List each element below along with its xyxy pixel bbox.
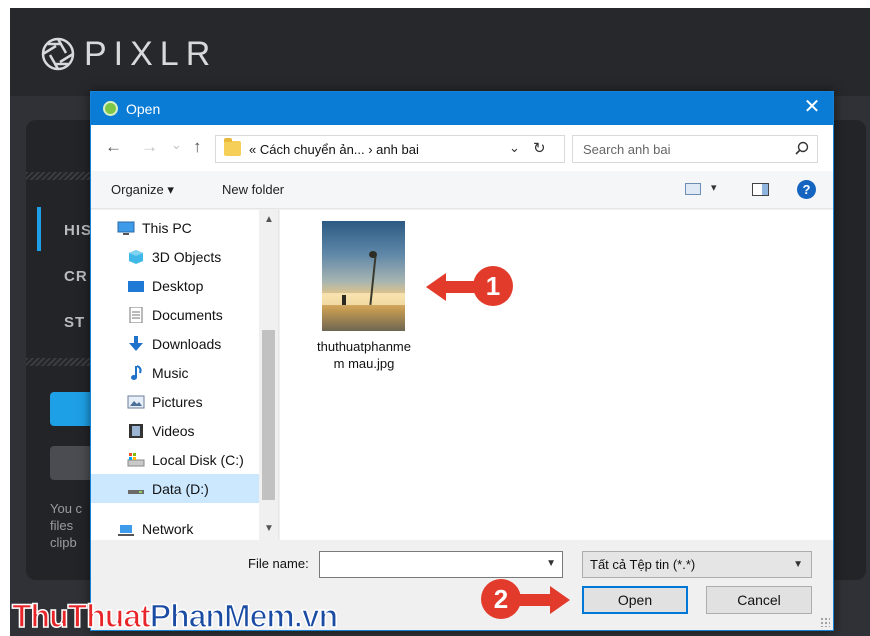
watermark-part: Phan <box>149 597 226 635</box>
scroll-up-icon[interactable]: ▲ <box>264 214 274 225</box>
sidebar-item-3d-objects[interactable]: 3D Objects <box>91 242 259 271</box>
sidebar-item-label: Desktop <box>152 277 204 294</box>
forward-arrow-icon[interactable]: → <box>141 138 158 156</box>
refresh-icon[interactable]: ↻ <box>533 139 546 157</box>
watermark-part: Thu <box>11 597 69 635</box>
sidebar-item-pictures[interactable]: Pictures <box>91 387 259 416</box>
dialog-title: Open <box>126 101 161 117</box>
folder-icon <box>224 138 241 156</box>
dialog-titlebar[interactable]: Open ✕ <box>91 92 833 125</box>
pixlr-tab-stock[interactable]: ST <box>64 314 85 331</box>
help-icon[interactable]: ? <box>797 180 816 199</box>
search-icon <box>795 141 809 155</box>
up-folder-icon[interactable]: ↑ <box>193 138 202 156</box>
sidebar-item-local-disk[interactable]: Local Disk (C:) <box>91 445 259 474</box>
view-options-caret-icon[interactable]: ▾ <box>711 181 717 194</box>
pixlr-info-text: You c files clipb <box>50 501 83 550</box>
pixlr-divider <box>26 358 90 366</box>
pictures-icon <box>127 395 145 408</box>
thumbnail-horizon <box>322 293 405 305</box>
file-name-label[interactable]: thuthuatphanme m mau.jpg <box>304 338 424 372</box>
file-type-value: Tất cả Tệp tin (*.*) <box>590 557 696 572</box>
annotation-arrow-2 <box>516 586 570 614</box>
documents-icon <box>129 306 143 323</box>
open-file-dialog: Open ✕ ← → ⌄ ↑ « Cách chuyển ản... › anh… <box>90 91 834 631</box>
sidebar-item-this-pc[interactable]: This PC <box>91 213 259 242</box>
drive-icon <box>128 489 144 494</box>
pixlr-tab-history[interactable]: HIS <box>64 222 92 239</box>
pixlr-logo-text: PIXLR <box>84 34 218 73</box>
videos-icon <box>129 423 143 438</box>
chevron-down-icon[interactable]: ⌄ <box>509 140 520 156</box>
sidebar-item-label: Documents <box>152 306 223 323</box>
watermark-part: .vn <box>293 597 339 635</box>
sidebar-item-label: 3D Objects <box>152 248 222 265</box>
sidebar-item-desktop[interactable]: Desktop <box>91 271 259 300</box>
file-name-input[interactable]: ▼ <box>319 551 563 578</box>
pixlr-active-indicator <box>37 207 41 251</box>
sidebar-item-label: Videos <box>152 422 195 439</box>
navigation-pane: This PC 3D Objects Desktop Documents Dow… <box>91 210 279 540</box>
music-icon <box>131 364 142 380</box>
sidebar-item-network[interactable]: Network <box>91 514 259 540</box>
close-icon[interactable]: ✕ <box>801 97 823 117</box>
file-list: thuthuatphanme m mau.jpg <box>280 210 833 540</box>
watermark-part: Mem <box>223 597 295 635</box>
preview-pane-icon[interactable] <box>752 183 769 196</box>
chevron-down-icon[interactable]: ▼ <box>546 558 556 569</box>
resize-grip-icon[interactable] <box>820 617 830 627</box>
sidebar-item-label: Network <box>142 520 194 537</box>
sidebar-item-data-d[interactable]: Data (D:) <box>91 474 259 503</box>
step-badge-1: 1 <box>473 266 513 306</box>
pixlr-divider <box>26 172 90 180</box>
navigation-bar: ← → ⌄ ↑ « Cách chuyển ản... › anh bai ⌄ … <box>91 125 833 171</box>
chevron-down-icon[interactable]: ▼ <box>793 559 803 570</box>
pixlr-tab-create[interactable]: CR <box>64 268 88 285</box>
sidebar-item-label: Downloads <box>152 335 222 352</box>
download-icon <box>129 335 143 351</box>
thumbnail-figure <box>342 295 346 305</box>
recent-locations-icon[interactable]: ⌄ <box>171 136 182 154</box>
file-name-label: File name: <box>248 556 309 571</box>
scroll-down-icon[interactable]: ▼ <box>264 523 274 534</box>
new-folder-button[interactable]: New folder <box>222 182 284 197</box>
cube-icon <box>129 249 143 264</box>
file-name-line: m mau.jpg <box>333 356 395 371</box>
pc-icon <box>117 221 135 235</box>
search-placeholder: Search anh bai <box>583 142 671 157</box>
sidebar-item-documents[interactable]: Documents <box>91 300 259 329</box>
address-bar[interactable]: « Cách chuyển ản... › anh bai ⌄ ↻ <box>215 135 565 163</box>
network-icon <box>118 524 134 536</box>
image-thumbnail[interactable] <box>322 221 405 331</box>
search-input[interactable]: Search anh bai <box>572 135 818 163</box>
file-name-line: thuthuatphanme <box>317 339 411 354</box>
sidebar-item-videos[interactable]: Videos <box>91 416 259 445</box>
watermark-logo: ThuThuatPhanMem.vn <box>11 597 339 635</box>
cancel-button[interactable]: Cancel <box>706 586 812 614</box>
open-button[interactable]: Open <box>582 586 688 614</box>
file-type-select[interactable]: Tất cả Tệp tin (*.*) ▼ <box>582 551 812 578</box>
desktop-icon <box>128 280 144 292</box>
sidebar-item-label: Pictures <box>152 393 203 410</box>
thumbnail-flower <box>369 251 377 258</box>
scrollbar-thumb[interactable] <box>262 330 275 500</box>
watermark-part: Thuat <box>67 597 152 635</box>
pixlr-logo: PIXLR <box>40 34 217 74</box>
sidebar-item-downloads[interactable]: Downloads <box>91 329 259 358</box>
sidebar-item-label: Local Disk (C:) <box>152 451 244 468</box>
change-view-icon[interactable] <box>685 183 701 195</box>
sidebar-item-label: Music <box>152 364 189 381</box>
back-arrow-icon[interactable]: ← <box>105 138 122 156</box>
disk-icon <box>127 452 145 466</box>
chrome-app-icon <box>103 101 118 116</box>
navigation-scrollbar[interactable]: ▲ ▼ <box>259 210 278 540</box>
organize-button[interactable]: Organize ▾ <box>111 182 174 198</box>
sidebar-item-music[interactable]: Music <box>91 358 259 387</box>
breadcrumb[interactable]: « Cách chuyển ản... › anh bai <box>249 142 419 157</box>
command-toolbar: Organize ▾ New folder ▾ ? <box>91 171 833 209</box>
sidebar-item-label: Data (D:) <box>152 480 209 497</box>
aperture-logo-icon <box>41 37 75 71</box>
sidebar-item-label: This PC <box>142 219 192 236</box>
